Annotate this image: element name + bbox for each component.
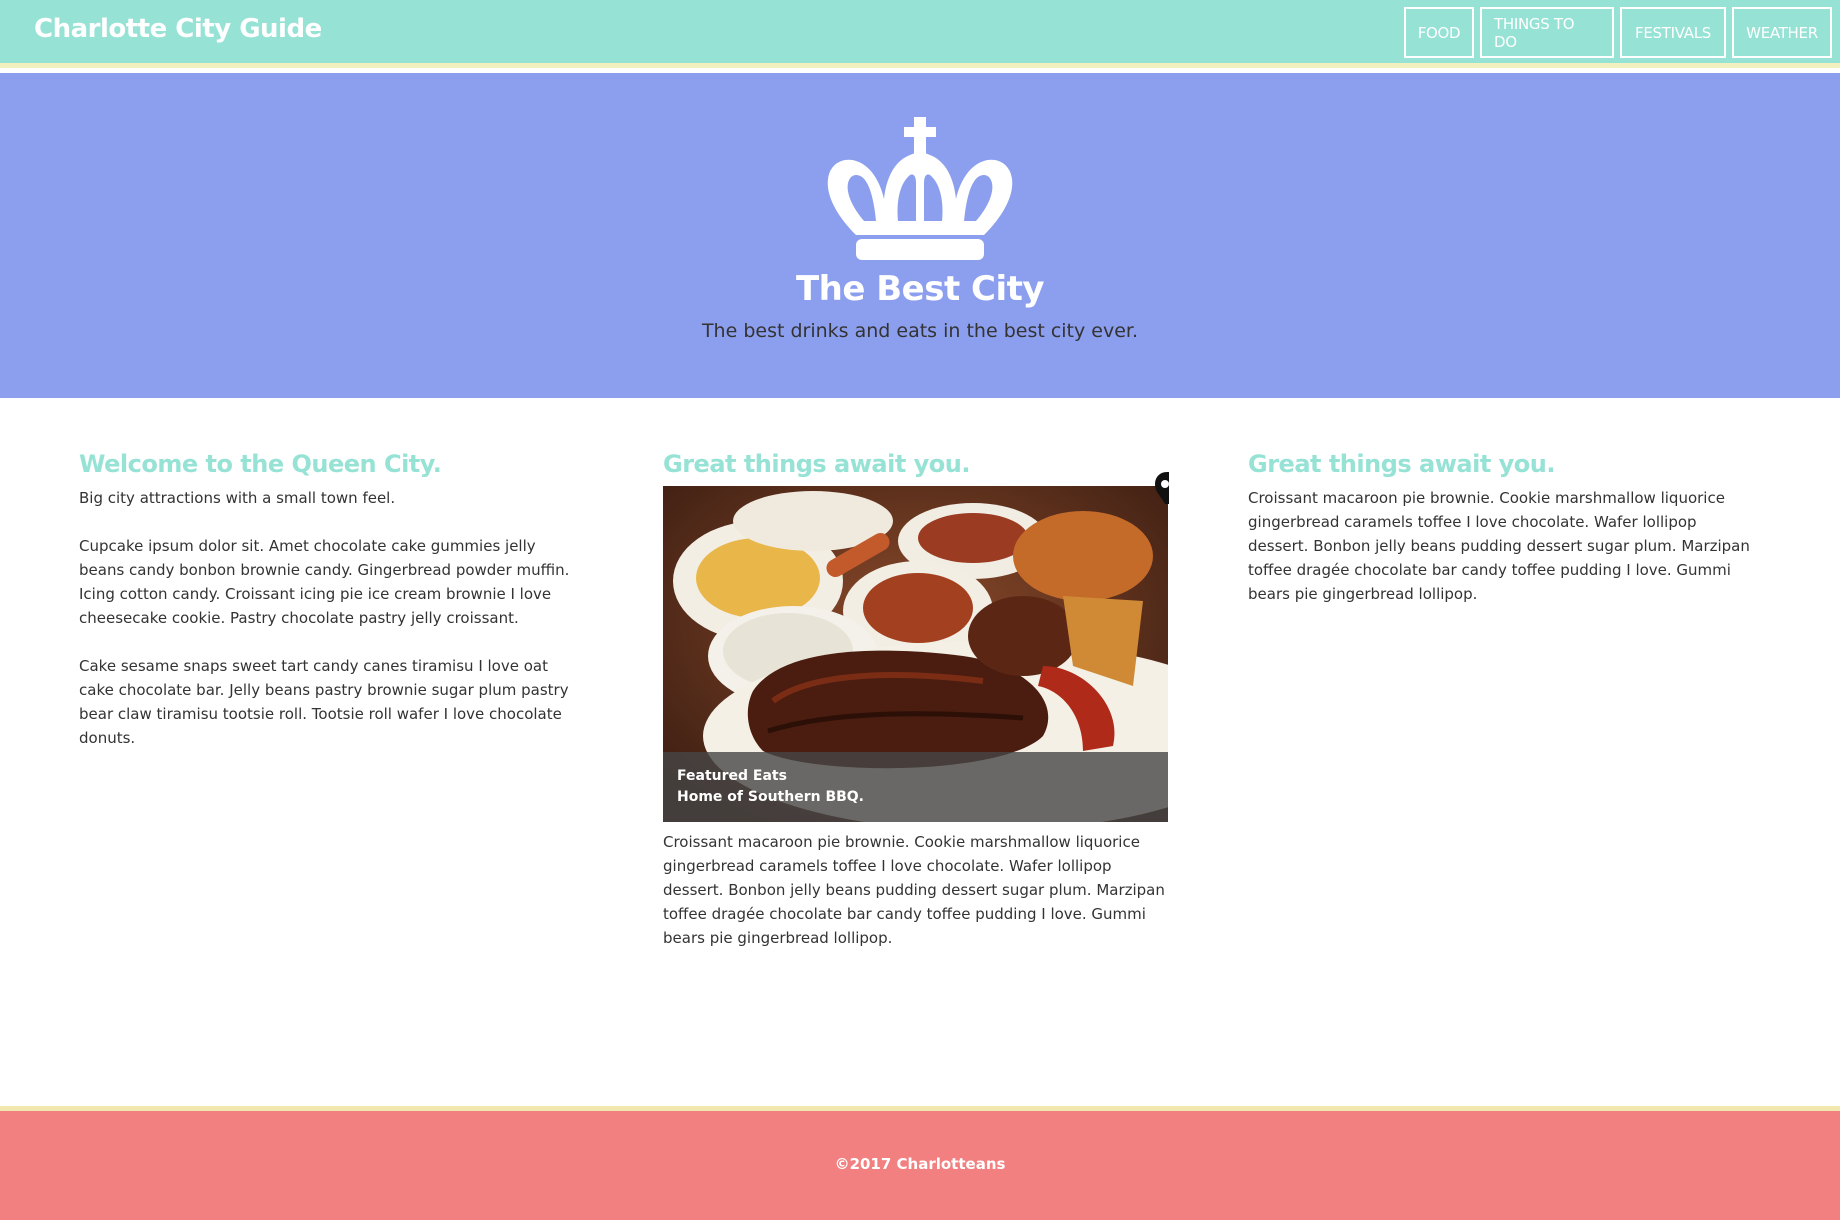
hero-subtitle: The best drinks and eats in the best cit… [701,320,1139,342]
main-nav: FOOD THINGS TO DO FESTIVALS WEATHER [1404,7,1832,58]
hero-title: The Best City [795,269,1045,309]
hero-banner: The Best City The best drinks and eats i… [0,73,1840,398]
nav-festivals[interactable]: FESTIVALS [1620,7,1726,58]
featured-caption: Featured Eats Home of Southern BBQ. [663,752,1168,822]
nav-things-to-do[interactable]: THINGS TO DO [1480,7,1614,58]
navbar: Charlotte City Guide FOOD THINGS TO DO F… [0,0,1840,68]
column-paragraph: Croissant macaroon pie brownie. Cookie m… [1248,489,1750,603]
caption-text: Home of Southern BBQ. [677,789,865,805]
crown-icon [827,117,1013,260]
nav-weather[interactable]: WEATHER [1732,7,1832,58]
column-paragraph: Big city attractions with a small town f… [79,489,396,507]
column-paragraph: Cupcake ipsum dolor sit. Amet chocolate … [79,537,570,627]
caption-title: Featured Eats [677,768,787,784]
map-pin-icon [1155,472,1169,504]
column-heading: Great things await you. [1248,450,1555,478]
nav-food[interactable]: FOOD [1404,7,1474,58]
brand-title[interactable]: Charlotte City Guide [34,14,322,44]
column-featured: Great things await you. Featured Eats Ho… [663,450,1169,974]
footer-copyright: ©2017 Charlotteans [834,1155,1006,1173]
column-paragraph: Croissant macaroon pie brownie. Cookie m… [663,833,1165,947]
column-heading: Great things await you. [663,450,970,478]
column-heading: Welcome to the Queen City. [79,450,442,478]
footer: ©2017 Charlotteans [0,1106,1840,1220]
featured-image[interactable]: Featured Eats Home of Southern BBQ. [663,486,1168,822]
column-paragraph: Cake sesame snaps sweet tart candy canes… [79,657,569,747]
column-great-things: Great things await you. Croissant macaro… [1248,450,1754,630]
column-welcome: Welcome to the Queen City. Big city attr… [79,450,585,774]
